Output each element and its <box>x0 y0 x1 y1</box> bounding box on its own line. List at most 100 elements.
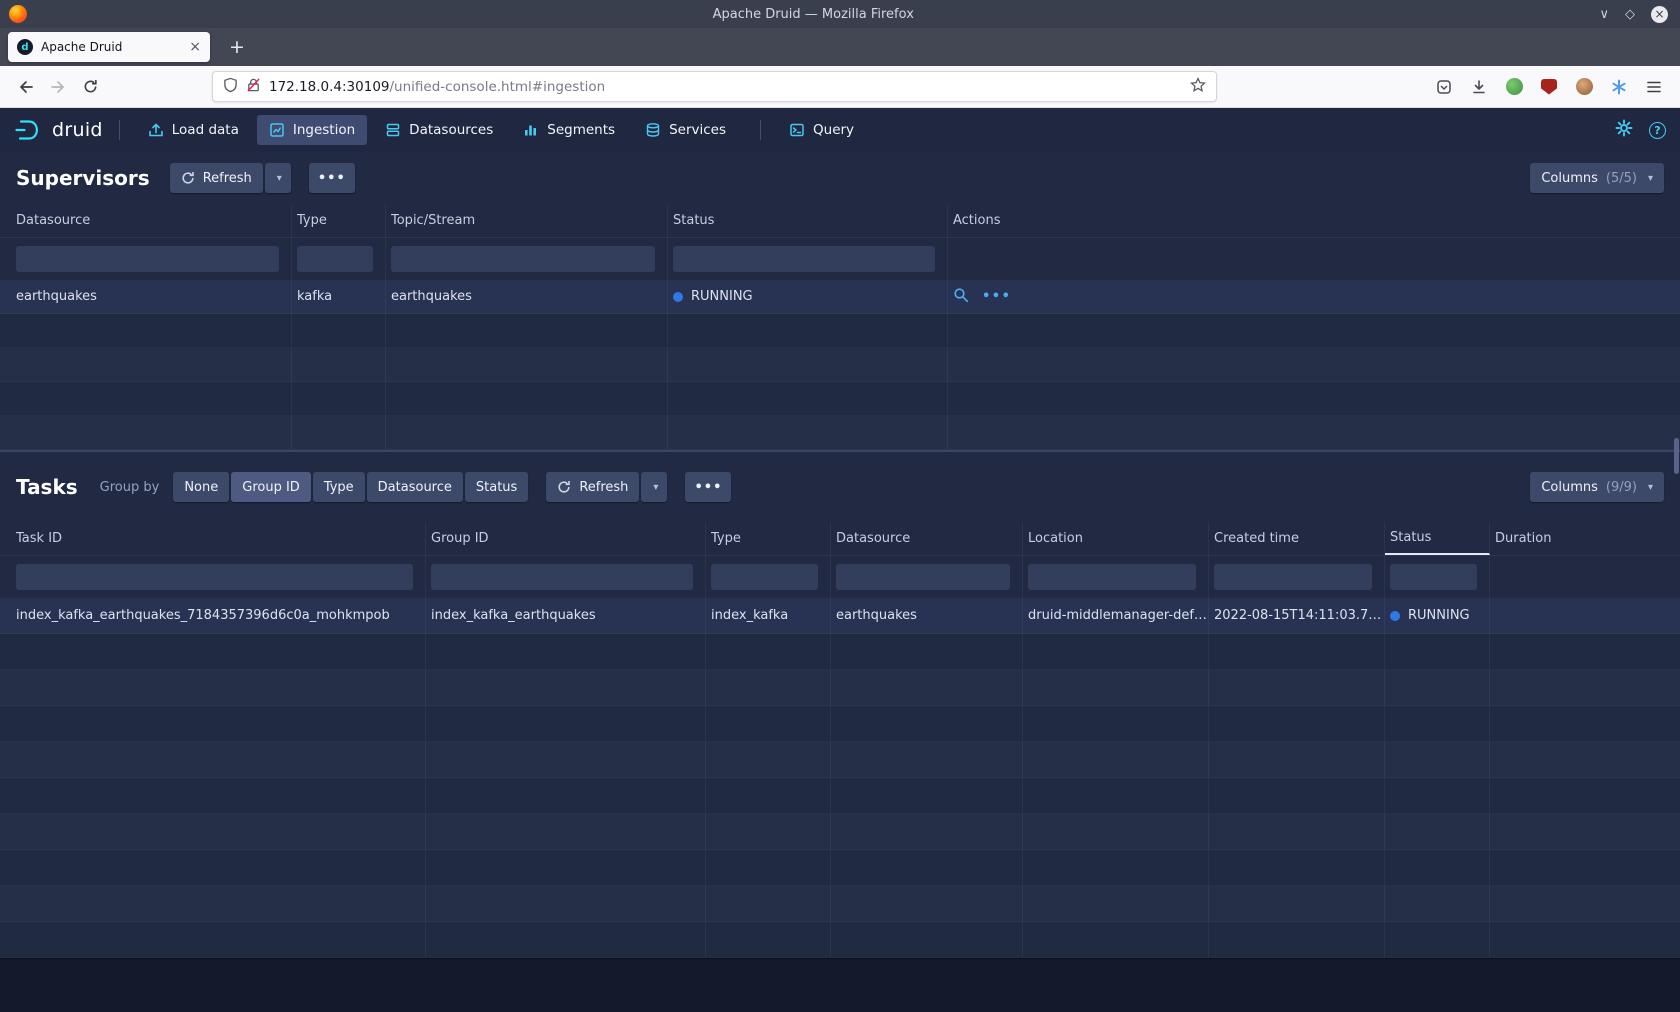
scrollbar-thumb[interactable] <box>1674 438 1679 474</box>
tab-strip: d Apache Druid × + <box>0 28 1680 66</box>
forward-button[interactable] <box>42 71 74 103</box>
refresh-icon <box>181 171 195 185</box>
nav-item-label: Ingestion <box>293 122 355 138</box>
tasks-filter-datasource-input[interactable] <box>836 564 1010 590</box>
column-header-duration[interactable]: Duration <box>1490 522 1680 555</box>
columns-label: Columns <box>1541 480 1598 495</box>
nav-item-services[interactable]: Services <box>633 115 738 145</box>
tasks-filter-task-id-input[interactable] <box>16 564 413 590</box>
services-icon <box>645 122 661 138</box>
tasks-filter-location-input[interactable] <box>1028 564 1196 590</box>
tasks-filter-type-input[interactable] <box>711 564 818 590</box>
help-icon[interactable]: ? <box>1649 122 1666 139</box>
ublock-origin-icon[interactable] <box>1535 73 1563 101</box>
column-header-topic-stream[interactable]: Topic/Stream <box>386 204 668 237</box>
tasks-filter-group-id-input[interactable] <box>431 564 693 590</box>
supervisors-refresh-caret-button[interactable]: ▾ <box>265 163 291 193</box>
settings-gear-icon[interactable] <box>1615 119 1633 141</box>
tracking-protection-shield-icon[interactable] <box>223 77 238 97</box>
supervisors-filter-datasource-input[interactable] <box>16 246 279 272</box>
druid-app-header: druid Load data Ingestion Datasources Se… <box>0 108 1680 152</box>
column-header-type[interactable]: Type <box>292 204 386 237</box>
supervisor-detail-magnifier-icon[interactable] <box>953 287 969 307</box>
page-bottom-area <box>0 958 1680 1012</box>
status-dot-icon <box>673 292 683 302</box>
reload-button[interactable] <box>74 71 106 103</box>
supervisors-filter-type-input[interactable] <box>297 246 373 272</box>
task-row[interactable]: index_kafka_earthquakes_7184357396d6c0a_… <box>0 598 1680 634</box>
column-header-status-sorted[interactable]: Status <box>1385 522 1490 555</box>
tasks-columns-button[interactable]: Columns (9/9) ▾ <box>1530 472 1664 502</box>
nav-item-label: Datasources <box>409 122 493 138</box>
url-bar[interactable]: 172.18.0.4:30109/unified-console.html#in… <box>212 71 1217 102</box>
column-header-datasource[interactable]: Datasource <box>831 522 1023 555</box>
druid-console: druid Load data Ingestion Datasources Se… <box>0 108 1680 1012</box>
columns-count: (9/9) <box>1606 480 1637 495</box>
datasources-icon <box>385 122 401 138</box>
window-close-button[interactable]: × <box>1651 6 1668 23</box>
nav-item-segments[interactable]: Segments <box>511 115 627 145</box>
group-by-group-id-button[interactable]: Group ID <box>231 472 311 502</box>
insecure-lock-icon[interactable] <box>246 77 261 97</box>
nav-item-ingestion[interactable]: Ingestion <box>257 115 367 145</box>
supervisors-filter-status-input[interactable] <box>673 246 935 272</box>
tasks-filter-created-time-input[interactable] <box>1214 564 1372 590</box>
window-maximize-button[interactable]: ◇ <box>1625 7 1635 22</box>
bookmark-star-icon[interactable] <box>1190 77 1206 97</box>
tasks-section: Tasks Group by None Group ID Type Dataso… <box>0 452 1680 958</box>
tasks-filter-row <box>0 556 1680 598</box>
url-host: 172.18.0.4:30109 <box>269 79 390 95</box>
menu-hamburger-icon[interactable] <box>1640 73 1668 101</box>
tab-title: Apache Druid <box>41 40 181 54</box>
pocket-icon[interactable] <box>1430 73 1458 101</box>
group-by-status-button[interactable]: Status <box>465 472 528 502</box>
empty-row <box>0 416 1680 450</box>
supervisor-row[interactable]: earthquakes kafka earthquakes RUNNING ••… <box>0 280 1680 314</box>
tasks-refresh-button[interactable]: Refresh <box>546 472 639 502</box>
window-minimize-button[interactable]: ∨ <box>1599 7 1609 22</box>
nav-item-query[interactable]: Query <box>777 115 866 145</box>
firefox-window: Apache Druid — Mozilla Firefox ∨ ◇ × d A… <box>0 0 1680 1012</box>
nav-item-datasources[interactable]: Datasources <box>373 115 505 145</box>
tasks-table-header: Task ID Group ID Type Datasource Locatio… <box>0 522 1680 556</box>
empty-row <box>0 922 1680 958</box>
downloads-icon[interactable] <box>1465 73 1493 101</box>
empty-row <box>0 850 1680 886</box>
supervisor-actions-more-icon[interactable]: ••• <box>982 289 1011 304</box>
header-divider <box>760 120 761 140</box>
caret-down-icon: ▾ <box>1648 173 1653 184</box>
extension-blue-icon[interactable] <box>1605 73 1633 101</box>
profile-avatar-icon[interactable] <box>1570 73 1598 101</box>
nav-item-load-data[interactable]: Load data <box>136 115 251 145</box>
group-by-type-button[interactable]: Type <box>313 472 365 502</box>
browser-tab[interactable]: d Apache Druid × <box>8 32 210 62</box>
refresh-icon <box>557 480 571 494</box>
tasks-filter-status-input[interactable] <box>1390 564 1477 590</box>
group-by-none-button[interactable]: None <box>173 472 229 502</box>
column-header-datasource[interactable]: Datasource <box>0 204 292 237</box>
supervisors-refresh-button[interactable]: Refresh <box>170 163 263 193</box>
tab-close-icon[interactable]: × <box>189 39 201 55</box>
supervisors-more-button[interactable]: ••• <box>309 163 355 193</box>
druid-brand[interactable]: druid <box>14 118 103 142</box>
nav-item-label: Query <box>813 122 854 138</box>
column-header-type[interactable]: Type <box>706 522 831 555</box>
column-header-status[interactable]: Status <box>668 204 948 237</box>
column-header-group-id[interactable]: Group ID <box>426 522 706 555</box>
back-button[interactable] <box>10 71 42 103</box>
supervisors-columns-button[interactable]: Columns (5/5) ▾ <box>1530 163 1664 193</box>
supervisors-filter-topic-input[interactable] <box>391 246 655 272</box>
refresh-label: Refresh <box>203 171 252 186</box>
status-dot-icon <box>1390 611 1400 621</box>
tasks-more-button[interactable]: ••• <box>685 472 731 502</box>
column-header-task-id[interactable]: Task ID <box>0 522 426 555</box>
group-by-datasource-button[interactable]: Datasource <box>367 472 463 502</box>
column-header-created-time[interactable]: Created time <box>1209 522 1385 555</box>
firefox-logo-icon <box>9 5 27 23</box>
extension-green-icon[interactable] <box>1500 73 1528 101</box>
header-divider <box>119 120 120 140</box>
tasks-refresh-caret-button[interactable]: ▾ <box>641 472 667 502</box>
new-tab-button[interactable]: + <box>224 34 250 60</box>
tab-favicon-icon: d <box>17 39 33 55</box>
column-header-location[interactable]: Location <box>1023 522 1209 555</box>
